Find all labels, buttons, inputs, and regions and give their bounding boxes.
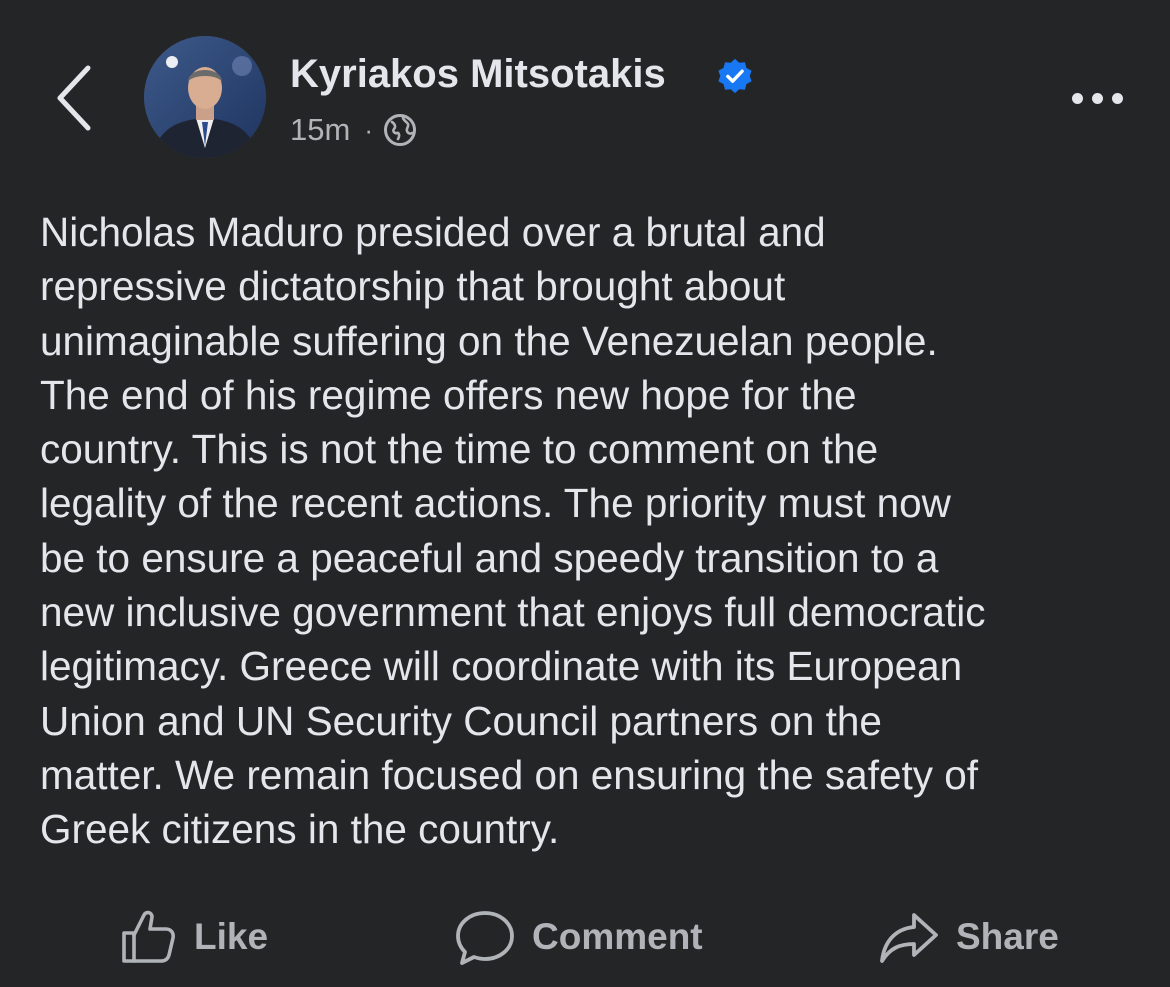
avatar[interactable] — [144, 36, 266, 158]
back-button[interactable] — [44, 58, 104, 138]
share-label: Share — [956, 916, 1059, 957]
post-meta: 15m · — [290, 112, 417, 148]
comment-bubble-icon — [456, 911, 514, 965]
post-text: Nicholas Maduro presided over a brutal a… — [40, 209, 986, 853]
post-actions-bar: Like Comment Share — [0, 895, 1170, 979]
chevron-left-icon — [57, 65, 91, 131]
globe-icon — [383, 114, 416, 146]
comment-button[interactable]: Comment — [454, 895, 703, 979]
comment-label: Comment — [532, 916, 703, 957]
more-options-button[interactable] — [1060, 78, 1134, 118]
thumbs-up-icon — [122, 910, 175, 963]
more-options-dot — [1111, 92, 1123, 104]
share-button[interactable]: Share — [878, 895, 1059, 979]
more-options-icon — [1071, 92, 1083, 104]
post-header: Kyriakos Mitsotakis 15m · — [0, 0, 1170, 170]
verified-badge-icon — [718, 58, 752, 94]
share-arrow-icon — [880, 913, 938, 963]
meta-separator: · — [364, 114, 373, 145]
post-time[interactable]: 15m — [290, 112, 350, 148]
like-button[interactable]: Like — [118, 895, 268, 979]
like-label: Like — [194, 916, 269, 957]
author-photo — [144, 36, 266, 158]
author-name[interactable]: Kyriakos Mitsotakis — [290, 52, 666, 97]
more-options-dot — [1091, 92, 1103, 104]
